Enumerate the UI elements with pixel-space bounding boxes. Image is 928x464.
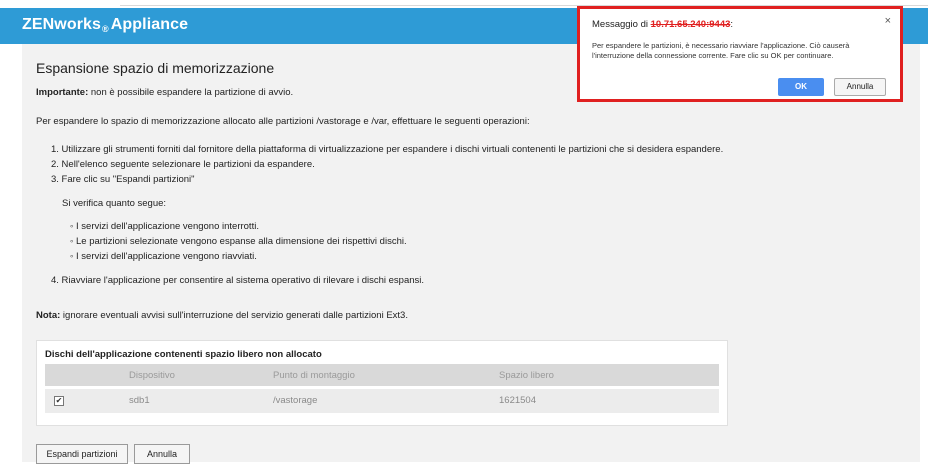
note-text: ignorare eventuali avvisi sull'interruzi… bbox=[60, 310, 408, 321]
bullet-text: Le partizioni selezionate vengono espans… bbox=[76, 236, 407, 247]
app-title-suffix: Appliance bbox=[110, 16, 189, 33]
important-text: non è possibile espandere la partizione … bbox=[88, 87, 294, 98]
cell-device: sdb1 bbox=[129, 395, 150, 406]
bullet-1: ◦ I servizi dell'applicazione vengono in… bbox=[70, 221, 259, 232]
page-title: Espansione spazio di memorizzazione bbox=[36, 60, 275, 76]
bullet-icon: ◦ bbox=[70, 251, 74, 262]
table-title: Dischi dell'applicazione contenenti spaz… bbox=[45, 349, 322, 360]
dialog-title-prefix: Messaggio di bbox=[592, 19, 651, 30]
column-header-free[interactable]: Spazio libero bbox=[499, 370, 554, 381]
ok-button[interactable]: OK bbox=[778, 78, 824, 96]
note: Nota: ignorare eventuali avvisi sull'int… bbox=[36, 310, 408, 321]
row-checkbox[interactable]: ✔ bbox=[54, 396, 64, 406]
dialog-cancel-button[interactable]: Annulla bbox=[834, 78, 886, 96]
app-title: ZENworks® Appliance bbox=[22, 16, 188, 34]
important-label: Importante: bbox=[36, 87, 89, 98]
bullet-icon: ◦ bbox=[70, 236, 74, 247]
bullet-text: I servizi dell'applicazione vengono riav… bbox=[76, 251, 257, 262]
disk-table: Dischi dell'applicazione contenenti spaz… bbox=[36, 340, 728, 426]
step-3: 3. Fare clic su "Espandi partizioni" bbox=[51, 174, 195, 185]
registered-mark: ® bbox=[102, 24, 109, 34]
confirm-dialog: Messaggio di 10.71.65.240:9443: × Per es… bbox=[577, 6, 903, 102]
bullet-3: ◦ I servizi dell'applicazione vengono ri… bbox=[70, 251, 257, 262]
bullet-2: ◦ Le partizioni selezionate vengono espa… bbox=[70, 236, 407, 247]
dialog-message: Per espandere le partizioni, è necessari… bbox=[592, 41, 850, 60]
app-title-brand: ZENworks bbox=[22, 16, 102, 33]
cancel-button[interactable]: Annulla bbox=[134, 444, 190, 464]
column-header-mount[interactable]: Punto di montaggio bbox=[273, 370, 355, 381]
close-icon[interactable]: × bbox=[885, 15, 891, 27]
step-4: 4. Riavviare l'applicazione per consenti… bbox=[51, 275, 425, 286]
table-row[interactable]: ✔ sdb1 /vastorage 1621504 bbox=[45, 389, 719, 413]
redacted-address: 10.71.65.240:9443 bbox=[650, 19, 731, 30]
occurs-label: Si verifica quanto segue: bbox=[62, 198, 167, 209]
expand-partitions-button[interactable]: Espandi partizioni bbox=[36, 444, 128, 464]
intro-text: Per espandere lo spazio di memorizzazion… bbox=[36, 116, 530, 127]
note-label: Nota: bbox=[36, 310, 61, 321]
important-notice: Importante: non è possibile espandere la… bbox=[36, 87, 293, 98]
dialog-title-suffix: : bbox=[730, 19, 734, 30]
bullet-text: I servizi dell'applicazione vengono inte… bbox=[76, 221, 259, 232]
bullet-icon: ◦ bbox=[70, 221, 74, 232]
step-1: 1. Utilizzare gli strumenti forniti dal … bbox=[51, 144, 724, 155]
step-2: 2. Nell'elenco seguente selezionare le p… bbox=[51, 159, 315, 170]
cell-free: 1621504 bbox=[499, 395, 536, 406]
table-header: Dispositivo Punto di montaggio Spazio li… bbox=[45, 364, 719, 386]
cell-mount: /vastorage bbox=[273, 395, 318, 406]
dialog-title: Messaggio di 10.71.65.240:9443: bbox=[592, 19, 733, 30]
column-header-device[interactable]: Dispositivo bbox=[129, 370, 175, 381]
